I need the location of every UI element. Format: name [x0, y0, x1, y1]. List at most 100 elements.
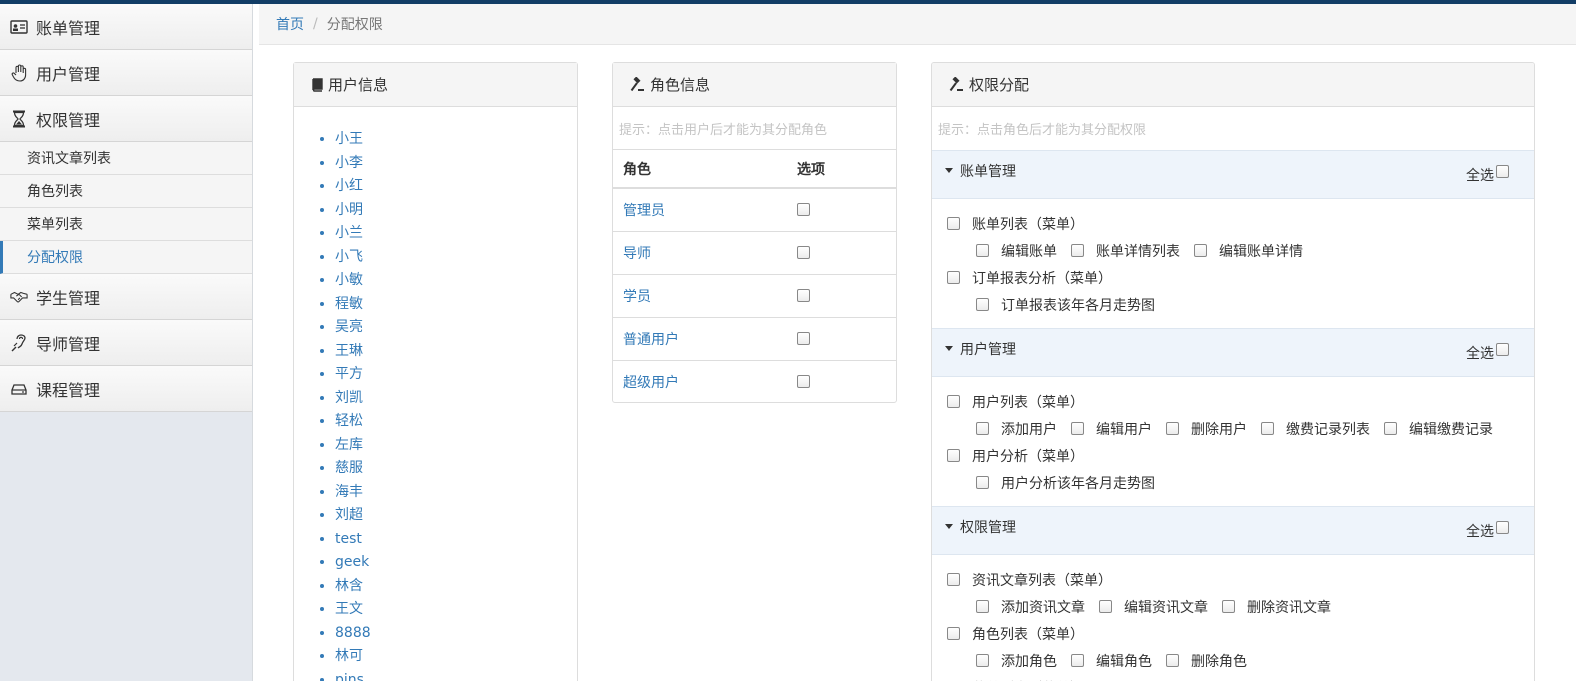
sidebar-item-articles[interactable]: 资讯文章列表 — [0, 142, 252, 175]
permission-checkbox[interactable] — [976, 298, 989, 311]
permission-item: 删除角色 — [1166, 651, 1247, 671]
user-link[interactable]: 吴亮 — [335, 319, 363, 335]
user-link[interactable]: test — [335, 531, 362, 547]
role-link[interactable]: 导师 — [623, 246, 651, 262]
list-item: 吴亮 — [335, 316, 577, 340]
sidebar-item-roles[interactable]: 角色列表 — [0, 175, 252, 208]
sidebar-group-permission[interactable]: 权限管理 — [0, 96, 252, 142]
sidebar-group-user[interactable]: 用户管理 — [0, 50, 252, 96]
permission-checkbox[interactable] — [976, 654, 989, 667]
permission-label: 添加角色 — [1001, 653, 1057, 670]
column-header-role: 角色 — [613, 150, 787, 189]
user-link[interactable]: 8888 — [335, 625, 371, 641]
user-link[interactable]: 海丰 — [335, 484, 363, 500]
user-link[interactable]: 程敏 — [335, 296, 363, 312]
permission-hint: 提示：点击角色后才能为其分配权限 — [938, 123, 1147, 138]
table-row: 普通用户 — [613, 317, 896, 361]
user-link[interactable]: 平方 — [335, 366, 363, 382]
role-checkbox[interactable] — [797, 332, 810, 345]
role-link[interactable]: 普通用户 — [623, 332, 679, 348]
assistive-listening-icon — [10, 333, 28, 352]
user-link[interactable]: 林含 — [335, 578, 363, 594]
permission-section-body: 账单列表（菜单） 编辑账单 账单详情列表 编辑账单详情 订单报表分析（菜单） 订单报表该年… — [932, 199, 1534, 328]
section-toggle[interactable]: 权限管理 — [945, 517, 1016, 537]
role-option-cell — [787, 231, 896, 275]
select-all-checkbox[interactable] — [1496, 343, 1509, 356]
menu-permission-checkbox[interactable] — [947, 573, 960, 586]
breadcrumb-separator: / — [313, 16, 318, 32]
permission-sub-row: 订单报表该年各月走势图 — [947, 291, 1534, 318]
user-link[interactable]: 小敏 — [335, 272, 363, 288]
user-link[interactable]: 小红 — [335, 178, 363, 194]
menu-permission-checkbox[interactable] — [947, 627, 960, 640]
role-checkbox[interactable] — [797, 246, 810, 259]
permission-checkbox[interactable] — [1071, 654, 1084, 667]
user-link[interactable]: 小王 — [335, 131, 363, 147]
user-link[interactable]: 刘凯 — [335, 390, 363, 406]
menu-permission-checkbox[interactable] — [947, 449, 960, 462]
breadcrumb-home-link[interactable]: 首页 — [276, 14, 304, 34]
sidebar-item-menus[interactable]: 菜单列表 — [0, 208, 252, 241]
sidebar-group-course[interactable]: 课程管理 — [0, 366, 252, 412]
list-item: 刘凯 — [335, 387, 577, 411]
menu-permission-label: 订单报表分析（菜单） — [972, 270, 1112, 287]
user-link[interactable]: 慈服 — [335, 460, 363, 476]
user-link[interactable]: 小明 — [335, 202, 363, 218]
menu-permission-checkbox[interactable] — [947, 271, 960, 284]
sidebar-group-student[interactable]: 学生管理 — [0, 274, 252, 320]
user-link[interactable]: 小兰 — [335, 225, 363, 241]
permission-checkbox[interactable] — [1166, 654, 1179, 667]
sidebar-item-label: 角色列表 — [27, 184, 83, 200]
role-link[interactable]: 学员 — [623, 289, 651, 305]
user-link[interactable]: pins — [335, 672, 364, 681]
menu-permission-checkbox[interactable] — [947, 395, 960, 408]
permission-label: 编辑用户 — [1096, 421, 1152, 438]
permission-label: 缴费记录列表 — [1286, 421, 1370, 438]
section-toggle[interactable]: 账单管理 — [945, 161, 1016, 181]
user-link[interactable]: 轻松 — [335, 413, 363, 429]
list-item: 王琳 — [335, 340, 577, 364]
role-link[interactable]: 超级用户 — [623, 375, 679, 391]
permission-checkbox[interactable] — [1384, 422, 1397, 435]
role-checkbox[interactable] — [797, 203, 810, 217]
role-info-panel: 角色信息 提示：点击用户后才能为其分配角色 角色 选项 管理员 导师 学员 普通用户超… — [612, 62, 897, 403]
permission-checkbox[interactable] — [1166, 422, 1179, 435]
user-link[interactable]: 林可 — [335, 648, 363, 664]
sidebar-group-tutor[interactable]: 导师管理 — [0, 320, 252, 366]
sidebar-group-bill[interactable]: 账单管理 — [0, 4, 252, 50]
role-checkbox[interactable] — [797, 289, 810, 302]
permission-checkbox[interactable] — [1071, 244, 1084, 257]
section-toggle[interactable]: 用户管理 — [945, 339, 1016, 359]
menu-permission-checkbox[interactable] — [947, 217, 960, 230]
role-link[interactable]: 管理员 — [623, 203, 665, 219]
user-link[interactable]: 刘超 — [335, 507, 363, 523]
role-table: 角色 选项 管理员 导师 学员 普通用户 超级用户 — [613, 150, 896, 403]
user-link[interactable]: 王琳 — [335, 343, 363, 359]
role-option-cell — [787, 317, 896, 361]
permission-checkbox[interactable] — [1194, 244, 1207, 257]
sidebar-item-assign-permission[interactable]: 分配权限 — [0, 241, 252, 274]
permission-checkbox[interactable] — [976, 600, 989, 613]
permission-checkbox[interactable] — [976, 476, 989, 489]
permission-checkbox[interactable] — [976, 244, 989, 257]
user-link[interactable]: geek — [335, 554, 369, 570]
permission-section-body: 资讯文章列表（菜单） 添加资讯文章 编辑资讯文章 删除资讯文章 角色列表（菜单） 添加角色… — [932, 555, 1534, 681]
role-checkbox[interactable] — [797, 375, 810, 389]
sidebar-item-label: 分配权限 — [27, 250, 83, 266]
menu-permission-label: 用户列表（菜单） — [972, 394, 1084, 411]
permission-checkbox[interactable] — [976, 422, 989, 435]
select-all-checkbox[interactable] — [1496, 521, 1509, 534]
user-link[interactable]: 左库 — [335, 437, 363, 453]
permission-label: 添加资讯文章 — [1001, 599, 1085, 616]
user-link[interactable]: 王文 — [335, 601, 363, 617]
permission-checkbox[interactable] — [1222, 600, 1235, 613]
permission-checkbox[interactable] — [1099, 600, 1112, 613]
select-all-checkbox[interactable] — [1496, 165, 1509, 178]
sidebar-group-label: 用户管理 — [36, 64, 101, 84]
table-row: 管理员 — [613, 188, 896, 232]
permission-checkbox[interactable] — [1261, 422, 1274, 435]
list-item: 海丰 — [335, 481, 577, 505]
permission-checkbox[interactable] — [1071, 422, 1084, 435]
user-link[interactable]: 小飞 — [335, 249, 363, 265]
user-link[interactable]: 小李 — [335, 155, 363, 171]
